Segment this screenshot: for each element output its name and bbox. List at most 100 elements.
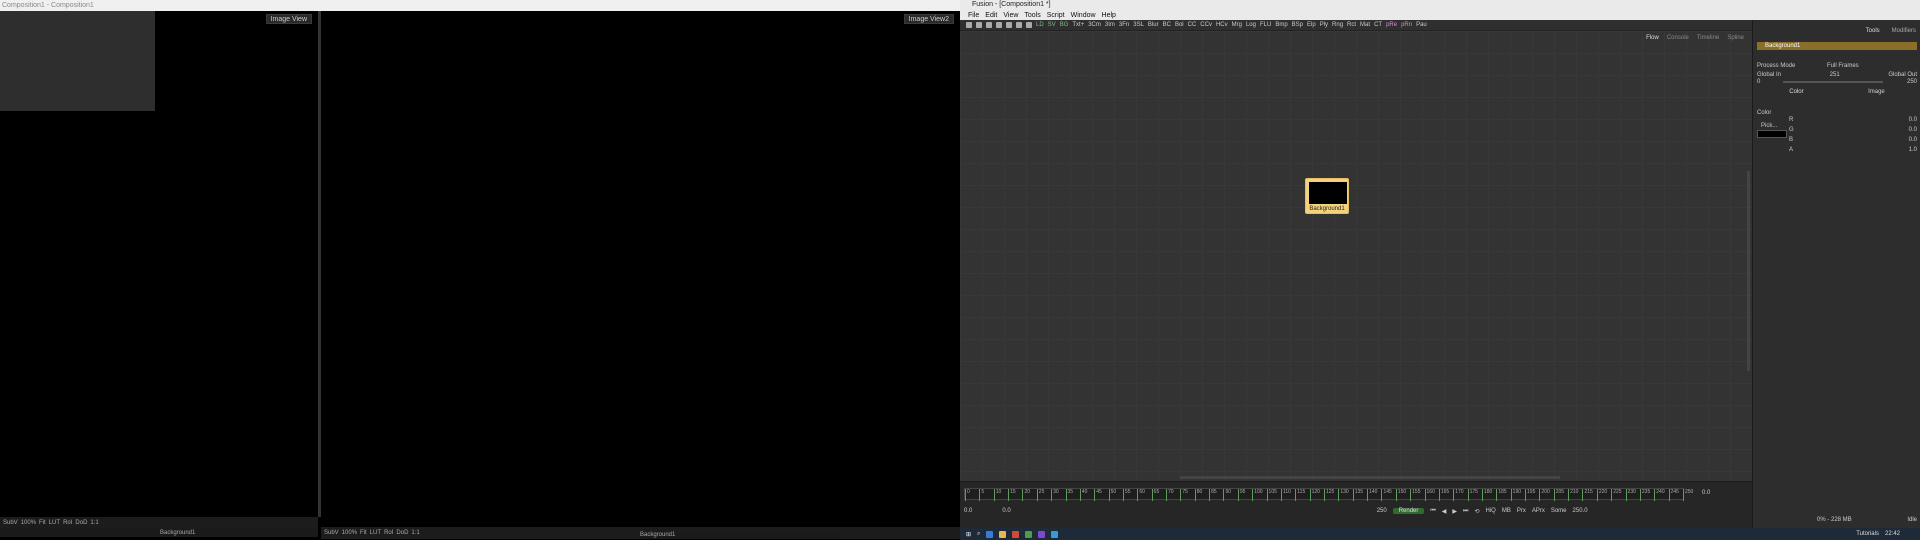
- menu-help[interactable]: Help: [1102, 12, 1116, 19]
- zoom-button[interactable]: 100%: [342, 530, 357, 536]
- tool-elp[interactable]: Elp: [1307, 22, 1316, 28]
- fusion-app-icon[interactable]: [1038, 530, 1046, 538]
- tool-mat[interactable]: Mat: [1360, 22, 1370, 28]
- global-in-field[interactable]: 0: [1757, 79, 1760, 85]
- menu-window[interactable]: Window: [1071, 12, 1096, 19]
- tool-rct[interactable]: Rct: [1347, 22, 1356, 28]
- subview-button[interactable]: SubV: [324, 530, 339, 536]
- tool-bsp[interactable]: BSp: [1292, 22, 1303, 28]
- lut-button[interactable]: LUT: [49, 520, 60, 526]
- roi-button[interactable]: RoI: [63, 520, 72, 526]
- menu-file[interactable]: File: [968, 12, 979, 19]
- global-start-field[interactable]: 0.0: [964, 508, 972, 514]
- global-out-field[interactable]: 250: [1907, 79, 1917, 85]
- channel-b-value[interactable]: 0.0: [1909, 137, 1917, 143]
- tool-flu[interactable]: FLU: [1260, 22, 1271, 28]
- step-back-icon[interactable]: ◀: [1442, 508, 1447, 515]
- pick-button[interactable]: Pick...: [1757, 123, 1777, 129]
- tab-image[interactable]: Image: [1868, 89, 1885, 95]
- tool-prn[interactable]: pRn: [1401, 22, 1412, 28]
- tool-bmp[interactable]: Bmp: [1275, 22, 1287, 28]
- image-view-1[interactable]: Image View: [0, 11, 318, 517]
- mb-button[interactable]: MB: [1502, 508, 1511, 514]
- folder-icon[interactable]: [999, 530, 1007, 538]
- go-end-icon[interactable]: ⏭: [1463, 508, 1468, 515]
- tab-color[interactable]: Color: [1789, 89, 1803, 95]
- tab-spline[interactable]: Spline: [1727, 35, 1744, 41]
- tool-ct[interactable]: CT: [1374, 22, 1382, 28]
- tool-bc[interactable]: BC: [1163, 22, 1171, 28]
- dod-button[interactable]: DoD: [396, 530, 408, 536]
- inspector-node-header[interactable]: Background1: [1757, 42, 1917, 50]
- layout2-icon[interactable]: [1026, 22, 1032, 28]
- tab-timeline[interactable]: Timeline: [1697, 35, 1719, 41]
- tool-ply[interactable]: Ply: [1320, 22, 1328, 28]
- tool-rng[interactable]: Rng: [1332, 22, 1343, 28]
- new-icon[interactable]: [966, 22, 972, 28]
- global-end-field[interactable]: 250.0: [1573, 508, 1588, 514]
- tool-3cm[interactable]: 3Cm: [1088, 22, 1101, 28]
- flow-view[interactable]: Flow Console Timeline Spline Background1: [960, 31, 1752, 481]
- dod-button[interactable]: DoD: [75, 520, 87, 526]
- image-view-2[interactable]: Image View2: [321, 11, 960, 517]
- search-icon[interactable]: ⌕: [977, 531, 980, 538]
- render-end-field[interactable]: 250: [1377, 508, 1387, 514]
- tool-mrg[interactable]: Mrg: [1232, 22, 1242, 28]
- tool-pre[interactable]: pRe: [1386, 22, 1397, 28]
- play-icon[interactable]: ▶: [1452, 508, 1457, 515]
- channel-g-value[interactable]: 0.0: [1909, 127, 1917, 133]
- hiq-button[interactable]: HiQ: [1485, 508, 1495, 514]
- tool-3fn[interactable]: 3Fn: [1119, 22, 1129, 28]
- tool-sv[interactable]: SV: [1048, 22, 1056, 28]
- tutorials-toolbar[interactable]: Tutorials: [1856, 531, 1879, 537]
- redo-icon[interactable]: [1006, 22, 1012, 28]
- fit-button[interactable]: Fit: [360, 530, 367, 536]
- global-range-slider[interactable]: [1783, 81, 1883, 83]
- tool-pau[interactable]: Pau: [1416, 22, 1427, 28]
- roi-button[interactable]: RoI: [384, 530, 393, 536]
- tool-blur[interactable]: Blur: [1148, 22, 1159, 28]
- tool-log[interactable]: Log: [1246, 22, 1256, 28]
- render-button[interactable]: Render: [1392, 508, 1425, 514]
- app2-icon[interactable]: [1025, 530, 1033, 538]
- lut-button[interactable]: LUT: [370, 530, 381, 536]
- time-ruler[interactable]: 0 5 10 15 20 25 30 35 40 45 50 55 60 65 70 75 80 85 90 95 10…: [964, 488, 1693, 501]
- tool-txt[interactable]: Txt+: [1072, 22, 1084, 28]
- ratio-button[interactable]: 1:1: [411, 530, 419, 536]
- flow-scrollbar-horizontal[interactable]: [1180, 476, 1560, 479]
- open-icon[interactable]: [976, 22, 982, 28]
- save-icon[interactable]: [986, 22, 992, 28]
- channel-a-value[interactable]: 1.0: [1909, 147, 1917, 153]
- tool-bg[interactable]: BG: [1060, 22, 1069, 28]
- loop-icon[interactable]: ⟲: [1474, 508, 1479, 515]
- tool-ld[interactable]: LD: [1036, 22, 1044, 28]
- tool-3sl[interactable]: 3SL: [1133, 22, 1144, 28]
- zoom-button[interactable]: 100%: [21, 520, 36, 526]
- prx-button[interactable]: Prx: [1517, 508, 1526, 514]
- subview-button[interactable]: SubV: [3, 520, 18, 526]
- tool-cc[interactable]: CC: [1188, 22, 1197, 28]
- ratio-button[interactable]: 1:1: [90, 520, 98, 526]
- tool-hcv[interactable]: HCv: [1216, 22, 1228, 28]
- tool-bol[interactable]: Bol: [1175, 22, 1184, 28]
- channel-r-value[interactable]: 0.0: [1909, 117, 1917, 123]
- color-swatch[interactable]: [1757, 130, 1787, 138]
- tool-3im[interactable]: 3Im: [1105, 22, 1115, 28]
- menu-tools[interactable]: Tools: [1024, 12, 1040, 19]
- menu-script[interactable]: Script: [1047, 12, 1065, 19]
- tool-ccv[interactable]: CCv: [1200, 22, 1212, 28]
- app-icon[interactable]: [1012, 530, 1020, 538]
- flow-scrollbar-vertical[interactable]: [1747, 171, 1750, 371]
- edge-icon[interactable]: [986, 530, 994, 538]
- process-mode-select[interactable]: Full Frames: [1827, 63, 1917, 69]
- app3-icon[interactable]: [1051, 530, 1059, 538]
- tab-flow[interactable]: Flow: [1646, 35, 1659, 41]
- tab-modifiers[interactable]: Modifiers: [1892, 28, 1916, 34]
- tab-console[interactable]: Console: [1667, 35, 1689, 41]
- some-button[interactable]: Some: [1551, 508, 1567, 514]
- background-node[interactable]: Background1: [1305, 178, 1349, 214]
- menu-edit[interactable]: Edit: [985, 12, 997, 19]
- aprx-button[interactable]: APrx: [1532, 508, 1545, 514]
- fit-button[interactable]: Fit: [39, 520, 46, 526]
- menu-view[interactable]: View: [1003, 12, 1018, 19]
